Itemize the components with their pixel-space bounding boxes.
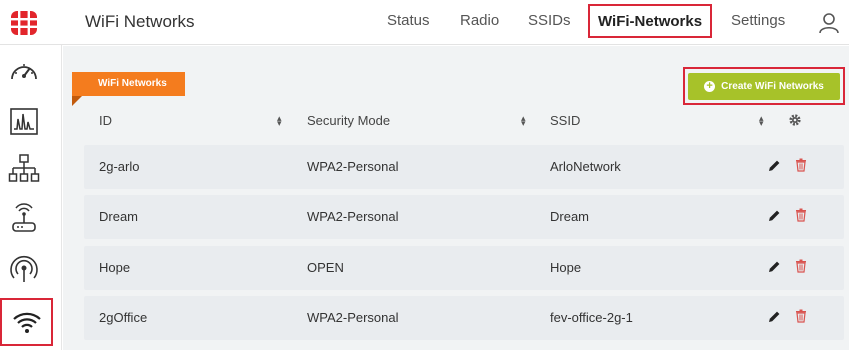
column-header-id: ID	[99, 113, 112, 128]
sort-id-down-icon[interactable]: ▾	[277, 118, 282, 129]
cell-id: 2g-arlo	[99, 159, 140, 174]
cell-security-mode: WPA2-Personal	[307, 209, 399, 224]
edit-pencil-icon[interactable]	[768, 260, 781, 273]
access-point-icon	[12, 203, 36, 232]
sidebar-item-dashboard[interactable]	[8, 57, 40, 89]
nav-ssids[interactable]: SSIDs	[528, 12, 571, 29]
wifi-icon	[12, 312, 41, 333]
sort-security-down-icon[interactable]: ▾	[521, 118, 526, 129]
create-button-label: Create WiFi Networks	[721, 81, 824, 92]
user-icon[interactable]	[818, 12, 840, 34]
cell-ssid: ArloNetwork	[550, 159, 621, 174]
nav-settings[interactable]: Settings	[731, 12, 785, 29]
monitor-chart-icon	[10, 108, 38, 135]
sort-ssid-down-icon[interactable]: ▾	[759, 118, 764, 129]
trash-icon[interactable]	[795, 259, 807, 273]
plus-circle-icon: +	[704, 81, 716, 92]
cell-id: Dream	[99, 209, 139, 224]
trash-icon[interactable]	[795, 208, 807, 222]
network-topology-icon	[8, 154, 40, 182]
cell-security-mode: WPA2-Personal	[307, 159, 399, 174]
main-content: WiFi Networks + Create WiFi Networks ID …	[63, 46, 849, 350]
nav-status[interactable]: Status	[387, 12, 430, 29]
edit-pencil-icon[interactable]	[768, 310, 781, 323]
radio-signal-icon	[10, 255, 38, 282]
section-label: WiFi Networks	[72, 72, 185, 96]
edit-pencil-icon[interactable]	[768, 159, 781, 172]
cell-ssid: Hope	[550, 260, 582, 275]
sidebar-item-wifi[interactable]	[0, 298, 53, 346]
fortinet-logo[interactable]	[9, 11, 39, 35]
edit-pencil-icon[interactable]	[768, 209, 781, 222]
table-row[interactable]: Dream WPA2-Personal Dream	[84, 195, 844, 239]
table-row[interactable]: Hope OPEN Hope	[84, 246, 844, 290]
sidebar-item-radio[interactable]	[8, 253, 40, 285]
nav-radio[interactable]: Radio	[460, 12, 499, 29]
create-button-highlight: + Create WiFi Networks	[683, 67, 845, 105]
page-title: WiFi Networks	[85, 12, 195, 31]
sidebar	[0, 45, 62, 350]
section-label-fold	[72, 96, 82, 106]
column-header-security-mode: Security Mode	[307, 113, 391, 128]
sidebar-item-monitor[interactable]	[8, 105, 40, 137]
cell-id: Hope	[99, 260, 131, 275]
create-wifi-networks-button[interactable]: + Create WiFi Networks	[688, 73, 840, 100]
cell-security-mode: WPA2-Personal	[307, 310, 399, 325]
gear-icon[interactable]	[788, 113, 802, 127]
nav-wifi-networks[interactable]: WiFi-Networks	[588, 4, 713, 38]
trash-icon[interactable]	[795, 158, 807, 172]
cell-security-mode: OPEN	[307, 260, 344, 275]
table-row[interactable]: 2gOffice WPA2-Personal fev-office-2g-1	[84, 296, 844, 340]
cell-id: 2gOffice	[99, 310, 148, 325]
table-row[interactable]: 2g-arlo WPA2-Personal ArloNetwork	[84, 145, 844, 189]
column-header-ssid: SSID	[550, 113, 581, 128]
sidebar-item-access-points[interactable]	[8, 203, 40, 235]
cell-ssid: Dream	[550, 209, 590, 224]
cell-ssid: fev-office-2g-1	[550, 310, 633, 325]
dashboard-gauge-icon	[11, 64, 37, 80]
trash-icon[interactable]	[795, 309, 807, 323]
sidebar-item-topology[interactable]	[8, 153, 40, 185]
top-bar: WiFi Networks Status Radio SSIDs WiFi-Ne…	[0, 0, 849, 45]
